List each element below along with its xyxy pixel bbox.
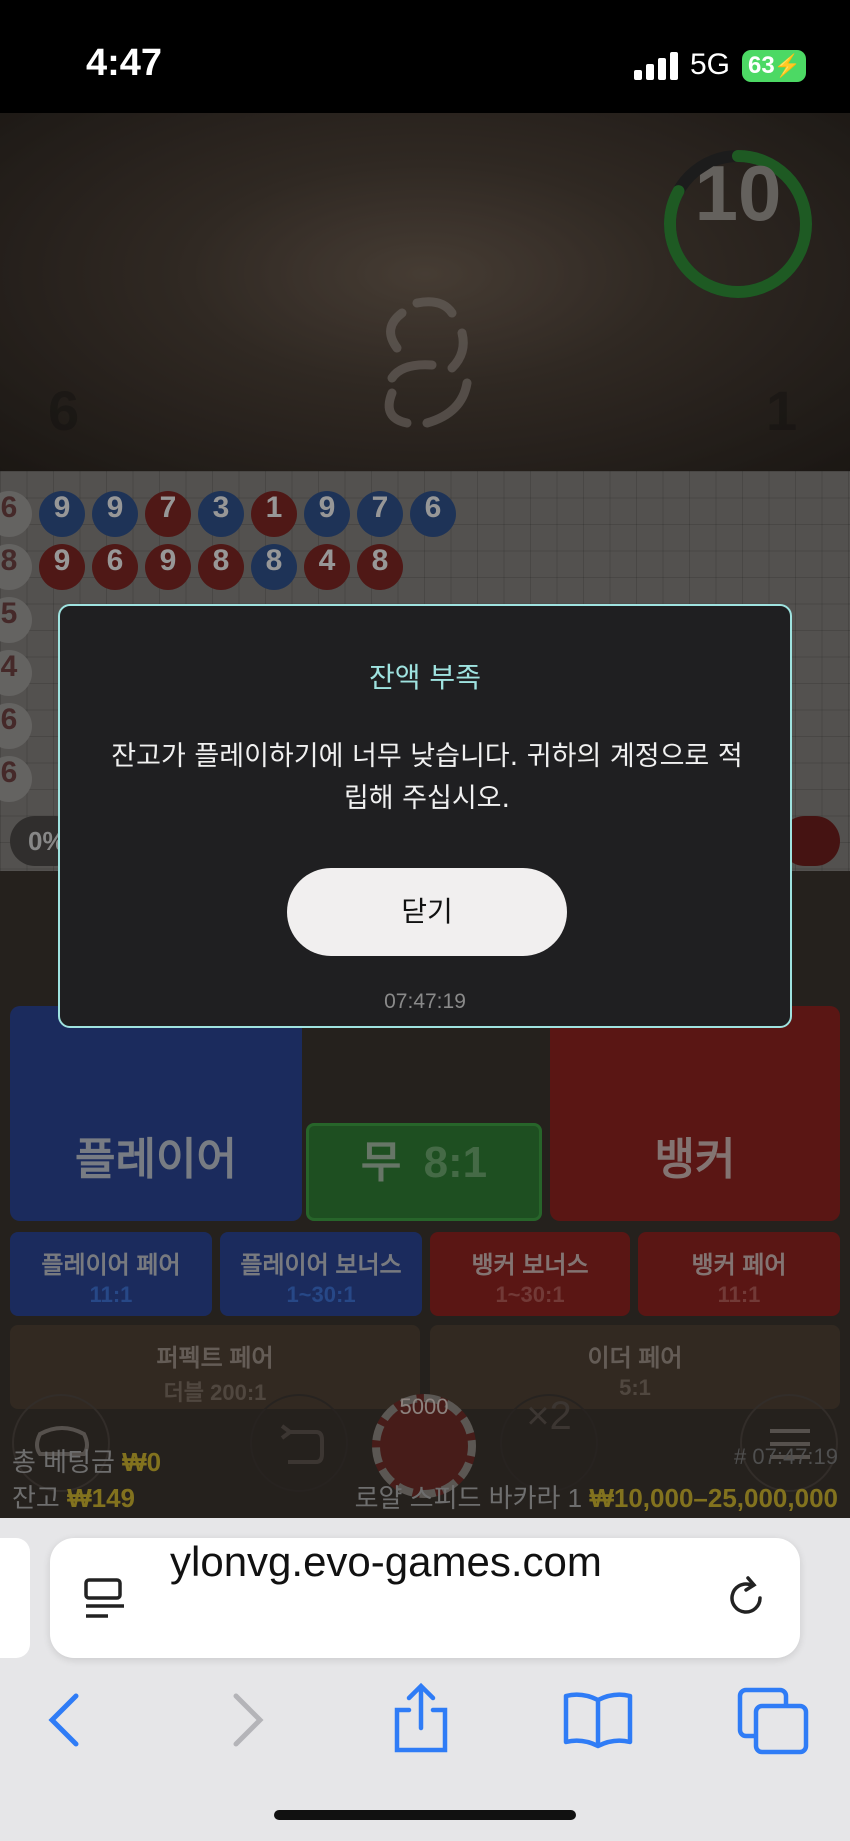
charging-icon: ⚡	[773, 53, 801, 78]
battery-icon: 63 ⚡	[742, 50, 806, 82]
reader-icon	[84, 1578, 124, 1618]
close-button[interactable]: 닫기	[287, 868, 567, 956]
status-bar: 4:47 5G 63 ⚡	[0, 0, 850, 113]
url-text: ylonvg.evo-games.com	[170, 1538, 602, 1585]
home-indicator	[274, 1810, 576, 1820]
bookmarks-icon[interactable]	[558, 1680, 638, 1760]
share-icon[interactable]	[381, 1680, 461, 1760]
previous-tab-preview[interactable]	[0, 1538, 30, 1658]
dialog-timestamp: 07:47:19	[384, 990, 466, 1013]
tabs-icon[interactable]	[734, 1680, 814, 1760]
battery-level: 63	[748, 52, 775, 79]
back-icon[interactable]	[26, 1680, 106, 1760]
address-bar[interactable]: ylonvg.evo-games.com	[50, 1538, 800, 1658]
reload-icon[interactable]	[724, 1576, 768, 1620]
dialog-title: 잔액 부족	[369, 661, 481, 694]
browser-address-area: ylonvg.evo-games.com	[0, 1518, 850, 1668]
forward-icon[interactable]	[206, 1680, 286, 1760]
signal-icon	[634, 52, 680, 80]
network-type: 5G	[690, 48, 731, 81]
browser-toolbar	[0, 1668, 850, 1841]
insufficient-balance-dialog: 잔액 부족 잔고가 플레이하기에 너무 낮습니다. 귀하의 계정으로 적립해 주…	[58, 604, 792, 1028]
dialog-message: 잔고가 플레이하기에 너무 낮습니다. 귀하의 계정으로 적립해 주십시오.	[111, 741, 743, 814]
status-time: 4:47	[86, 42, 163, 84]
